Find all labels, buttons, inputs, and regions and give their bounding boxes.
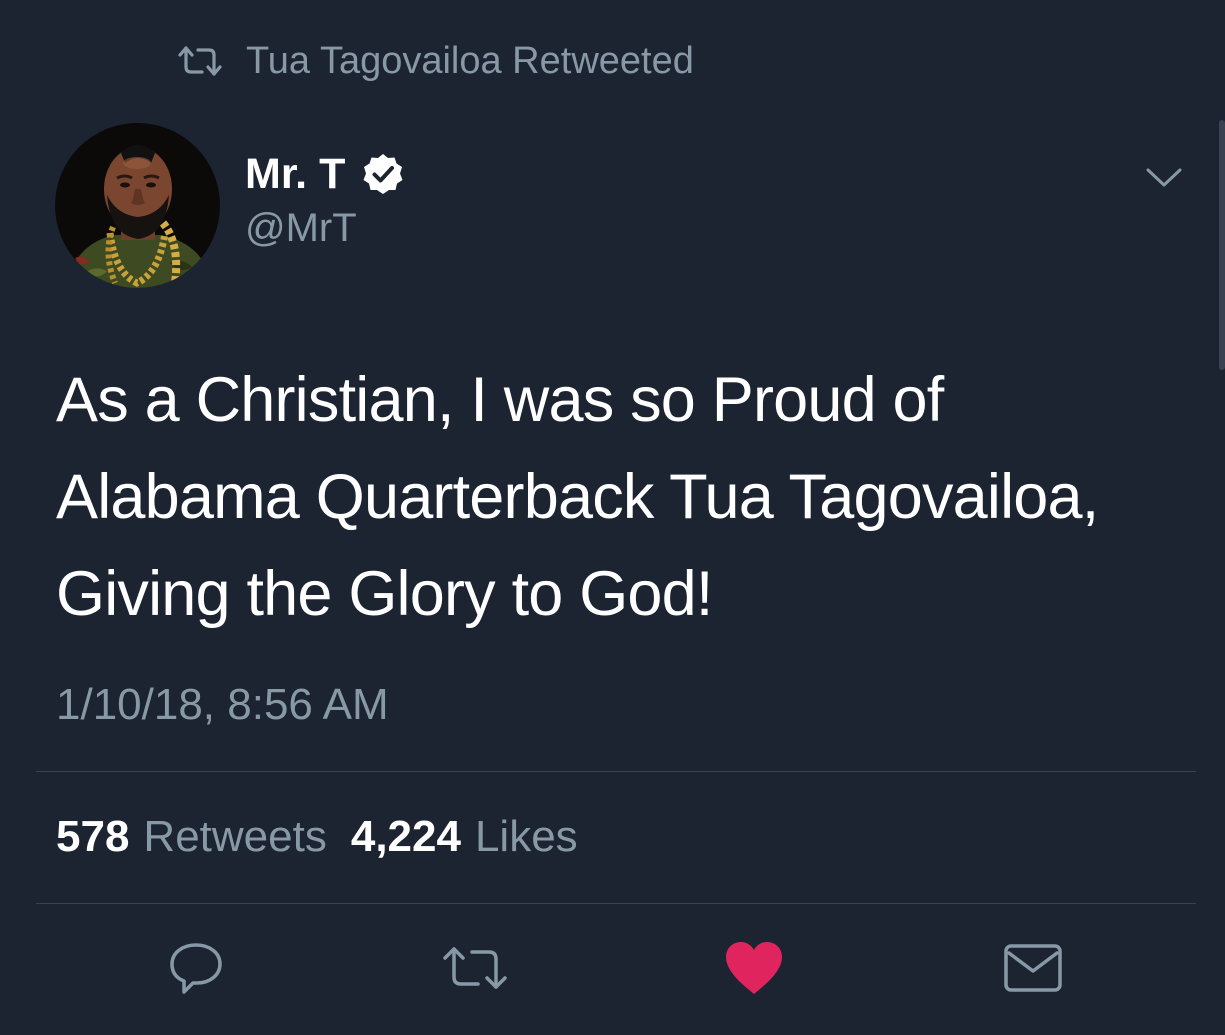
retweets-count: 578	[56, 812, 130, 861]
tweet-detail-screen: Tua Tagovailoa Retweeted Mr. T @MrT As a…	[0, 0, 1225, 1035]
scrollbar[interactable]	[1219, 120, 1225, 370]
tweet-text-line: Giving the Glory to God!	[56, 559, 713, 629]
retweeted-by-banner[interactable]: Tua Tagovailoa Retweeted	[176, 40, 694, 82]
divider	[36, 903, 1196, 904]
retweet-icon	[443, 947, 507, 989]
chevron-down-icon[interactable]	[1144, 163, 1184, 191]
likes-label: Likes	[474, 812, 578, 861]
tweet-text: As a Christian, I was so Proud of Alabam…	[56, 352, 1196, 643]
retweet-button[interactable]	[442, 935, 508, 1001]
verified-badge-icon	[363, 154, 403, 194]
reply-button[interactable]	[163, 935, 229, 1001]
likes-count: 4,224	[350, 812, 461, 861]
profile-photo	[55, 123, 220, 288]
tweet-timestamp: 1/10/18, 8:56 AM	[56, 680, 389, 729]
tweet-text-line: Alabama Quarterback Tua Tagovailoa,	[56, 462, 1099, 532]
likes-stat[interactable]: 4,224 Likes	[351, 812, 578, 862]
mail-icon	[1004, 944, 1062, 992]
divider	[36, 771, 1196, 772]
author-handle[interactable]: @MrT	[245, 206, 357, 251]
reply-icon	[170, 943, 222, 994]
heart-icon	[726, 942, 782, 994]
author-name-row[interactable]: Mr. T	[245, 148, 405, 200]
like-button[interactable]	[721, 935, 787, 1001]
retweet-icon	[178, 46, 222, 76]
retweeted-by-text: Tua Tagovailoa Retweeted	[246, 39, 694, 82]
author-display-name: Mr. T	[245, 149, 346, 198]
tweet-stats: 578 Retweets 4,224 Likes	[56, 812, 602, 862]
tweet-text-line: As a Christian, I was so Proud of	[56, 365, 944, 435]
avatar[interactable]	[55, 123, 220, 288]
retweets-label: Retweets	[143, 812, 327, 861]
share-button[interactable]	[1000, 935, 1066, 1001]
retweets-stat[interactable]: 578 Retweets	[56, 812, 327, 862]
